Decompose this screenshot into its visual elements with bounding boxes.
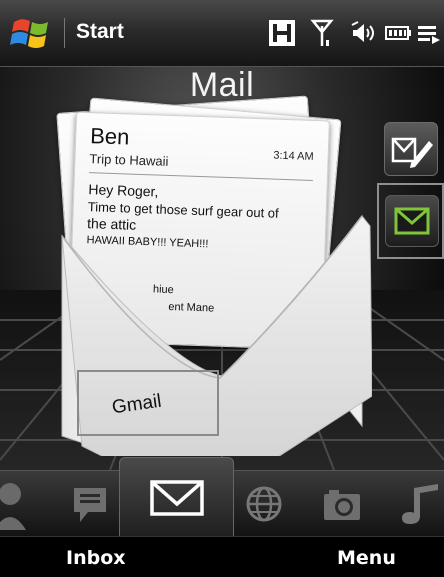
tab-internet[interactable] (234, 471, 294, 537)
battery-icon (384, 16, 412, 50)
message-time: 3:14 AM (273, 149, 314, 163)
home-screen: Start Mail Ben 3:14 AM Trip to Hawaii He… (0, 0, 444, 577)
camera-icon (324, 490, 360, 520)
tab-camera[interactable] (312, 471, 372, 537)
compose-button[interactable] (384, 122, 438, 176)
tab-people[interactable] (0, 471, 40, 537)
start-label[interactable]: Start (76, 20, 124, 44)
messaging-icon (74, 488, 106, 522)
compose-icon (391, 137, 433, 168)
softkey-menu[interactable]: Menu (337, 547, 396, 569)
speaker-icon (350, 16, 378, 50)
people-icon (0, 483, 26, 530)
tab-messaging[interactable] (60, 471, 120, 537)
softkey-inbox[interactable]: Inbox (66, 547, 126, 569)
inbox-icon (394, 207, 430, 235)
status-bar: Start (0, 0, 444, 67)
inbox-button[interactable] (385, 195, 439, 247)
antenna-icon (310, 16, 334, 50)
tab-bar (0, 457, 444, 537)
menu-lines-icon[interactable] (414, 16, 442, 50)
start-divider (64, 18, 65, 48)
h-signal-icon (267, 16, 297, 50)
tab-mail[interactable] (119, 457, 234, 537)
softkey-bar: Inbox Menu (0, 536, 444, 577)
internet-icon (246, 486, 282, 522)
music-icon (402, 484, 438, 524)
account-selector[interactable] (77, 370, 219, 436)
windows-logo-icon[interactable] (10, 14, 54, 52)
tab-music[interactable] (396, 471, 444, 537)
mail-icon (149, 479, 204, 516)
